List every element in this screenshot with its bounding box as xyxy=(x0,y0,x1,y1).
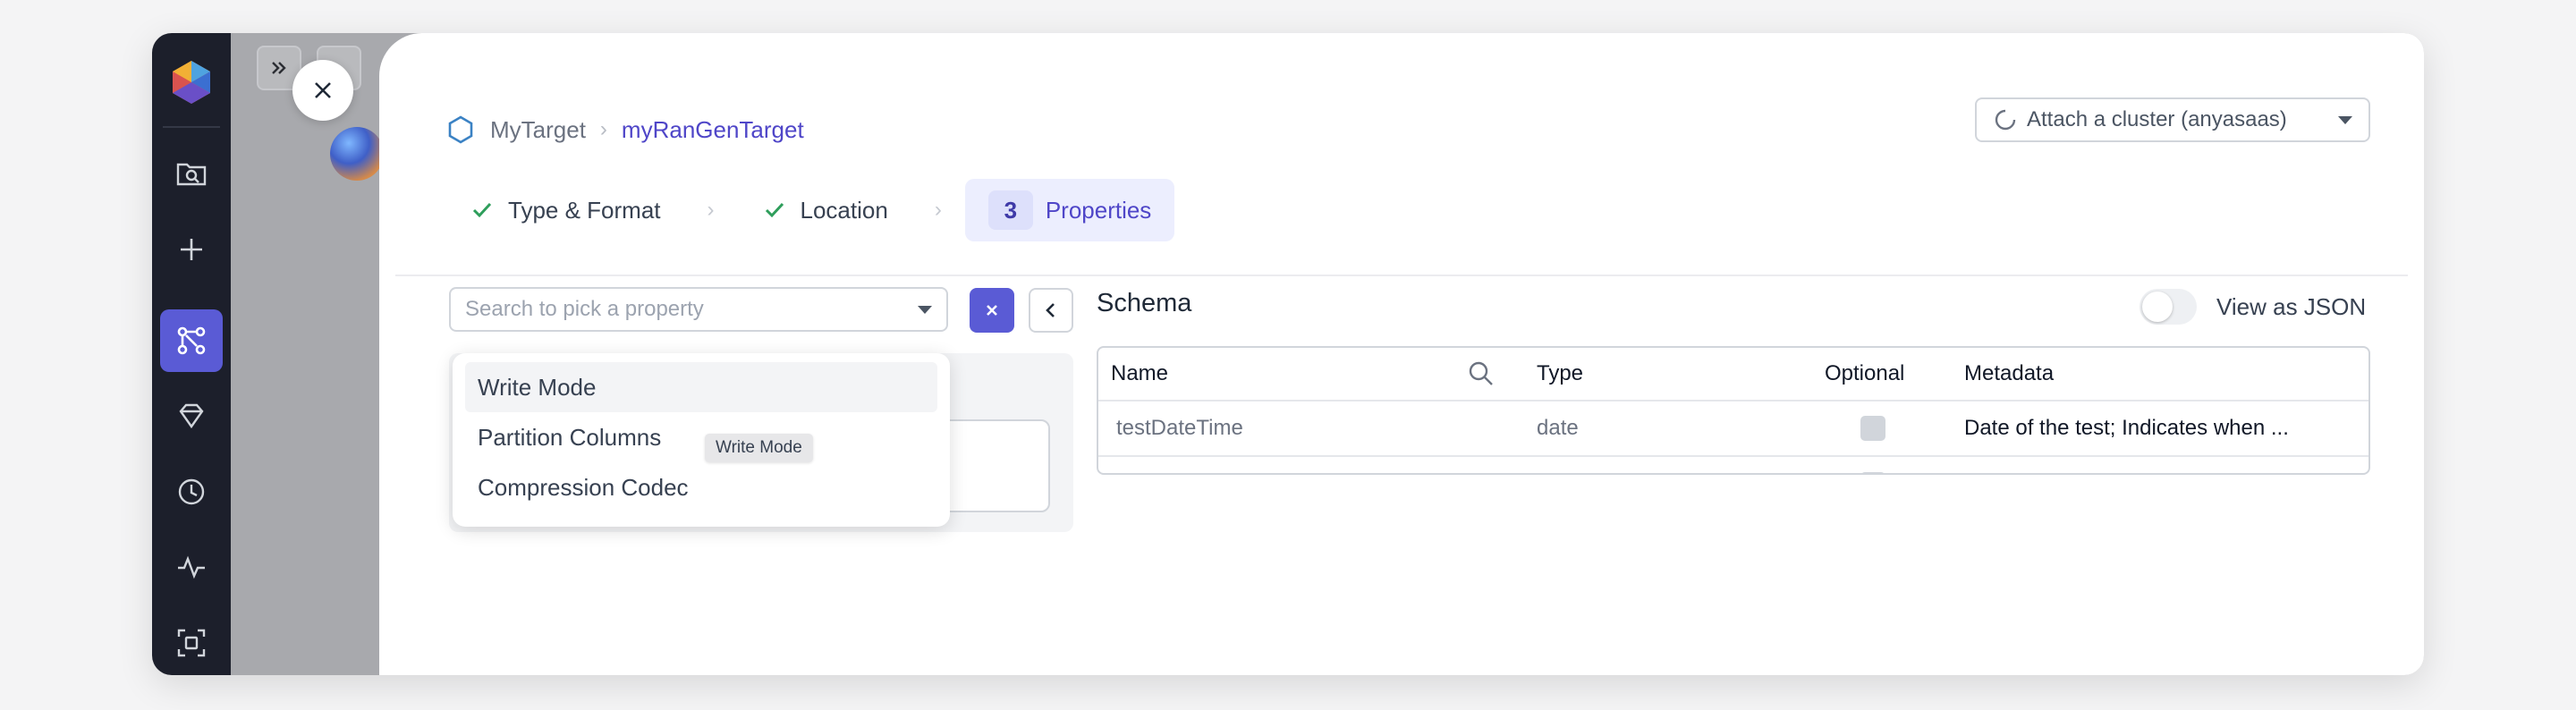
caret-down-icon xyxy=(2338,115,2352,124)
hexagon-icon xyxy=(448,115,473,144)
step-label: Properties xyxy=(1045,196,1152,224)
attach-cluster-dropdown[interactable]: Attach a cluster (anyasaas) xyxy=(1975,97,2370,142)
schema-title: Schema xyxy=(1097,289,1192,317)
nav-observability-button[interactable] xyxy=(160,536,223,598)
nav-search-button[interactable] xyxy=(160,141,223,204)
breadcrumb: MyTarget › myRanGenTarget xyxy=(445,105,804,155)
wizard-steps: Type & Format › Location › 3 Properties xyxy=(445,179,1175,241)
chevron-right-icon: › xyxy=(934,198,942,222)
search-icon xyxy=(1469,361,1493,385)
column-header-optional: Optional xyxy=(1825,361,1905,385)
clear-selection-button[interactable] xyxy=(970,288,1014,333)
step-label: Type & Format xyxy=(508,196,661,224)
clock-icon xyxy=(178,478,205,505)
app-window: MyTarget › myRanGenTarget Attach a clust… xyxy=(152,33,2424,675)
rail-divider xyxy=(163,126,220,128)
caret-down-icon xyxy=(918,305,932,314)
close-button[interactable] xyxy=(292,60,353,121)
option-write-mode[interactable]: Write Mode xyxy=(465,362,937,412)
step-type-format[interactable]: Type & Format xyxy=(445,179,684,241)
nav-gems-button[interactable] xyxy=(160,385,223,447)
chevron-right-icon: › xyxy=(707,198,715,222)
column-header-name: Name xyxy=(1111,361,1169,385)
table-row[interactable]: testDateTime date Date of the test; Indi… xyxy=(1098,401,2368,457)
activity-icon xyxy=(178,555,205,579)
gem-icon xyxy=(179,403,204,429)
avatar[interactable] xyxy=(330,127,384,181)
chevron-right-icon: › xyxy=(599,117,607,141)
close-icon xyxy=(987,305,997,316)
plus-icon xyxy=(181,239,202,260)
collapse-panel-button[interactable] xyxy=(1029,288,1073,333)
property-options-menu: Write Mode Partition Columns Compression… xyxy=(453,353,950,527)
option-compression-codec[interactable]: Compression Codec xyxy=(465,462,937,512)
checkmark-icon xyxy=(765,202,784,218)
property-search-select[interactable]: Search to pick a property xyxy=(449,287,948,332)
step-location[interactable]: Location xyxy=(738,179,911,241)
target-properties-panel: MyTarget › myRanGenTarget Attach a clust… xyxy=(379,33,2424,675)
step-label: Location xyxy=(800,196,888,224)
nav-rail xyxy=(152,33,231,675)
field-metadata: The name of the individual asso... xyxy=(1964,457,2285,473)
step-number-badge: 3 xyxy=(987,190,1033,230)
property-search-placeholder: Search to pick a property xyxy=(465,297,704,321)
scan-icon xyxy=(177,629,206,657)
field-type: string xyxy=(1537,457,1589,473)
search-folder-icon xyxy=(176,163,207,186)
breadcrumb-current[interactable]: myRanGenTarget xyxy=(622,116,804,144)
option-partition-columns[interactable]: Partition Columns xyxy=(465,412,937,462)
field-metadata: Date of the test; Indicates when ... xyxy=(1964,416,2289,440)
column-header-metadata: Metadata xyxy=(1964,361,2055,385)
view-json-label: View as JSON xyxy=(2216,292,2367,320)
column-search-button[interactable] xyxy=(1467,348,1496,400)
pipeline-icon xyxy=(177,326,206,355)
field-name: Name xyxy=(1116,457,1174,473)
app-logo-icon[interactable] xyxy=(167,58,216,106)
cluster-label: Attach a cluster (anyasaas) xyxy=(2027,107,2287,131)
schema-table: Name Type Optional Metadata testDateTime… xyxy=(1097,346,2370,475)
view-json-switch[interactable] xyxy=(2140,289,2197,325)
nav-lineage-button[interactable] xyxy=(160,612,223,674)
table-row[interactable]: Name string The name of the individual a… xyxy=(1098,457,2368,473)
close-icon xyxy=(315,82,331,98)
spinner-icon xyxy=(1995,109,2016,131)
nav-jobs-button[interactable] xyxy=(160,461,223,523)
checkmark-icon xyxy=(472,202,492,218)
table-header-row: Name Type Optional Metadata xyxy=(1098,348,2368,401)
field-type: date xyxy=(1537,416,1579,440)
field-name: testDateTime xyxy=(1116,416,1243,440)
optional-checkbox[interactable] xyxy=(1860,401,1885,455)
double-chevron-right-icon xyxy=(272,62,286,74)
optional-checkbox[interactable] xyxy=(1860,457,1885,473)
step-properties[interactable]: 3 Properties xyxy=(964,179,1175,241)
breadcrumb-parent[interactable]: MyTarget xyxy=(490,116,586,144)
option-tooltip: Write Mode xyxy=(705,434,813,462)
view-json-toggle[interactable]: View as JSON xyxy=(2140,289,2366,325)
column-header-type: Type xyxy=(1537,361,1584,385)
header-divider xyxy=(395,275,2408,276)
nav-pipelines-button[interactable] xyxy=(160,309,223,372)
chevron-left-icon xyxy=(1046,303,1055,317)
nav-create-button[interactable] xyxy=(160,218,223,281)
